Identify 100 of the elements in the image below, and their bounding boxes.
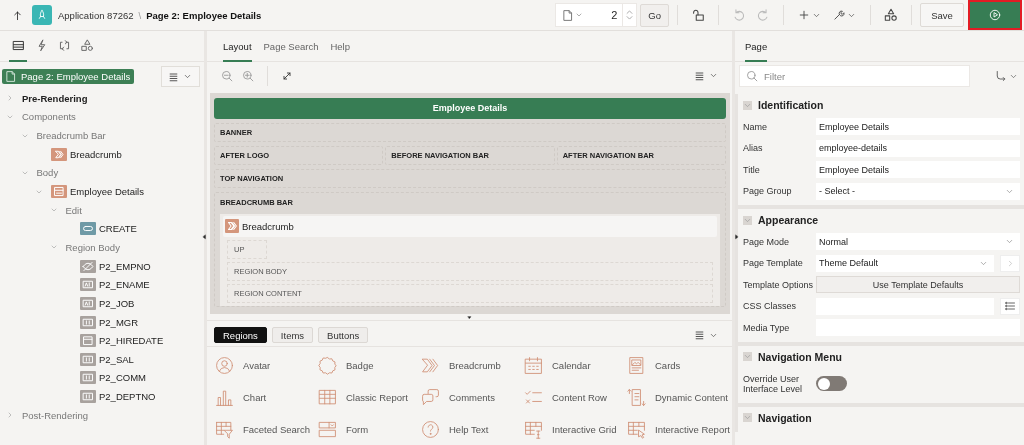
app-logo-icon[interactable] bbox=[32, 5, 52, 25]
view-menu-button[interactable] bbox=[695, 329, 718, 342]
property-label: Page Mode bbox=[743, 236, 791, 247]
template-options-button[interactable]: Use Template Defaults bbox=[816, 276, 1020, 294]
open-link-button[interactable] bbox=[1000, 254, 1020, 272]
gallery-item[interactable]: Classic Report bbox=[346, 391, 408, 403]
gallery-item[interactable]: Help Text bbox=[449, 423, 489, 435]
gallery-item[interactable]: Breadcrumb bbox=[449, 359, 501, 371]
plus-icon bbox=[798, 9, 810, 21]
table-pointer-icon[interactable] bbox=[627, 419, 646, 439]
gallery-item[interactable]: Comments bbox=[449, 391, 495, 403]
gallery-item[interactable]: Interactive Report bbox=[655, 423, 730, 435]
go-button[interactable]: Go bbox=[640, 3, 669, 27]
page-number-field[interactable]: 2 bbox=[555, 3, 638, 27]
tree-group-label[interactable]: Breadcrumb Bar bbox=[36, 130, 106, 142]
breadcrumb-link[interactable]: Application 87262 bbox=[58, 9, 134, 21]
gallery-item[interactable]: Faceted Search bbox=[243, 423, 311, 435]
page-node[interactable]: Page 2: Employee Details bbox=[2, 69, 135, 84]
select-field[interactable]: Theme Default bbox=[816, 254, 994, 272]
expand-chevron-icon[interactable] bbox=[6, 94, 14, 103]
tree-group-label[interactable]: Region Body bbox=[65, 241, 120, 253]
tree-group-label[interactable]: Body bbox=[36, 167, 59, 179]
toggle-switch[interactable] bbox=[816, 376, 847, 391]
collapse-toggle[interactable] bbox=[743, 100, 752, 110]
tree-group-label[interactable]: Edit bbox=[65, 204, 82, 216]
select-field[interactable]: - Select - bbox=[816, 182, 1020, 200]
tree-node-label[interactable]: P2_EMPNO bbox=[99, 260, 151, 272]
filter-field[interactable]: Filter bbox=[739, 65, 970, 87]
collapse-toggle[interactable] bbox=[743, 215, 752, 225]
resize-arrow-icon[interactable] bbox=[465, 314, 474, 322]
page-header-bar: Employee Details bbox=[214, 97, 726, 119]
tree-node-label[interactable]: P2_DEPTNO bbox=[99, 391, 156, 403]
badge-icon[interactable] bbox=[318, 355, 337, 375]
calendar-icon[interactable] bbox=[524, 355, 543, 375]
tab[interactable]: Help bbox=[330, 30, 350, 62]
tab[interactable]: Layout bbox=[223, 30, 252, 62]
table-icon[interactable] bbox=[318, 387, 337, 407]
tab[interactable]: Page bbox=[745, 30, 768, 62]
zoom-in-icon[interactable] bbox=[242, 69, 254, 82]
page-icon bbox=[4, 70, 17, 83]
gallery-item[interactable]: Cards bbox=[655, 359, 681, 371]
tree-node-label[interactable]: P2_JOB bbox=[99, 297, 135, 309]
tree-node-label[interactable]: Breadcrumb bbox=[70, 148, 122, 160]
text-field[interactable]: Employee Details bbox=[816, 118, 1020, 136]
gallery-item[interactable]: Interactive Grid bbox=[552, 423, 617, 435]
table-cursor-icon[interactable] bbox=[524, 419, 543, 439]
expand-icon[interactable] bbox=[281, 69, 293, 82]
tree-node-label[interactable]: P2_MGR bbox=[99, 316, 139, 328]
collapse-toggle[interactable] bbox=[743, 413, 752, 422]
text-field[interactable]: Employee Details bbox=[816, 161, 1020, 179]
gallery-item[interactable]: Calendar bbox=[552, 359, 591, 371]
tree-group-label[interactable]: Post-Rendering bbox=[22, 409, 88, 421]
tree-node-label[interactable]: Employee Details bbox=[70, 186, 144, 197]
back-arrow-icon[interactable] bbox=[12, 9, 23, 21]
card-icon[interactable] bbox=[627, 355, 646, 375]
zoom-out-icon[interactable] bbox=[221, 69, 233, 82]
text-item-icon bbox=[80, 296, 96, 310]
gallery-item[interactable]: Dynamic Content bbox=[655, 391, 728, 403]
gallery-item[interactable]: Chart bbox=[243, 391, 267, 403]
tree-node-label[interactable]: CREATE bbox=[99, 223, 137, 235]
expand-chevron-icon[interactable] bbox=[6, 411, 14, 420]
save-button[interactable]: Save bbox=[920, 3, 964, 27]
list-picker-button[interactable] bbox=[1000, 297, 1020, 315]
text-field[interactable]: employee-details bbox=[816, 139, 1020, 157]
select-field[interactable]: Normal bbox=[816, 233, 1020, 251]
caret-icon bbox=[743, 352, 752, 361]
gallery-tab[interactable]: Regions bbox=[214, 327, 267, 344]
speech-bubbles-icon[interactable] bbox=[421, 387, 440, 407]
collapse-arrow-icon[interactable] bbox=[733, 233, 740, 241]
gallery-item[interactable]: Badge bbox=[346, 359, 374, 371]
property-label: Media Type bbox=[743, 322, 791, 333]
form-icon[interactable] bbox=[318, 419, 337, 439]
gallery-tab[interactable]: Buttons bbox=[318, 327, 369, 344]
document-arrows-icon[interactable] bbox=[627, 387, 646, 407]
tree-node-label[interactable]: P2_ENAME bbox=[99, 279, 150, 291]
property-label: Title bbox=[743, 164, 761, 175]
table-funnel-icon[interactable] bbox=[215, 419, 234, 439]
run-button[interactable] bbox=[970, 2, 1020, 28]
tree-node-label[interactable]: P2_SAL bbox=[99, 353, 134, 365]
gallery-item[interactable]: Content Row bbox=[552, 391, 607, 403]
tab[interactable]: Page Search bbox=[263, 30, 319, 62]
view-menu-button[interactable] bbox=[695, 69, 718, 82]
person-circle-icon[interactable] bbox=[215, 355, 234, 375]
go-to-group-button[interactable] bbox=[995, 70, 1018, 82]
gallery-tab[interactable]: Items bbox=[271, 327, 314, 344]
tree-group-label[interactable]: Pre-Rendering bbox=[22, 92, 88, 104]
add-menu-button[interactable] bbox=[798, 9, 821, 21]
utilities-menu-button[interactable] bbox=[833, 9, 856, 21]
collapse-toggle[interactable] bbox=[743, 352, 752, 361]
page-title: Page 2: Employee Details bbox=[146, 9, 262, 21]
tree-node-label[interactable]: P2_HIREDATE bbox=[99, 335, 164, 347]
tree-node-label[interactable]: P2_COMM bbox=[99, 372, 146, 384]
shapes-icon[interactable] bbox=[884, 8, 898, 22]
help-icon[interactable] bbox=[421, 419, 440, 439]
view-menu-button[interactable] bbox=[161, 66, 200, 87]
gallery-item[interactable]: Form bbox=[346, 423, 369, 435]
tree-group-label[interactable]: Components bbox=[22, 111, 76, 123]
gallery-item[interactable]: Avatar bbox=[243, 359, 271, 371]
unlocked-icon[interactable] bbox=[691, 8, 705, 22]
collapse-arrow-icon[interactable] bbox=[201, 233, 208, 241]
